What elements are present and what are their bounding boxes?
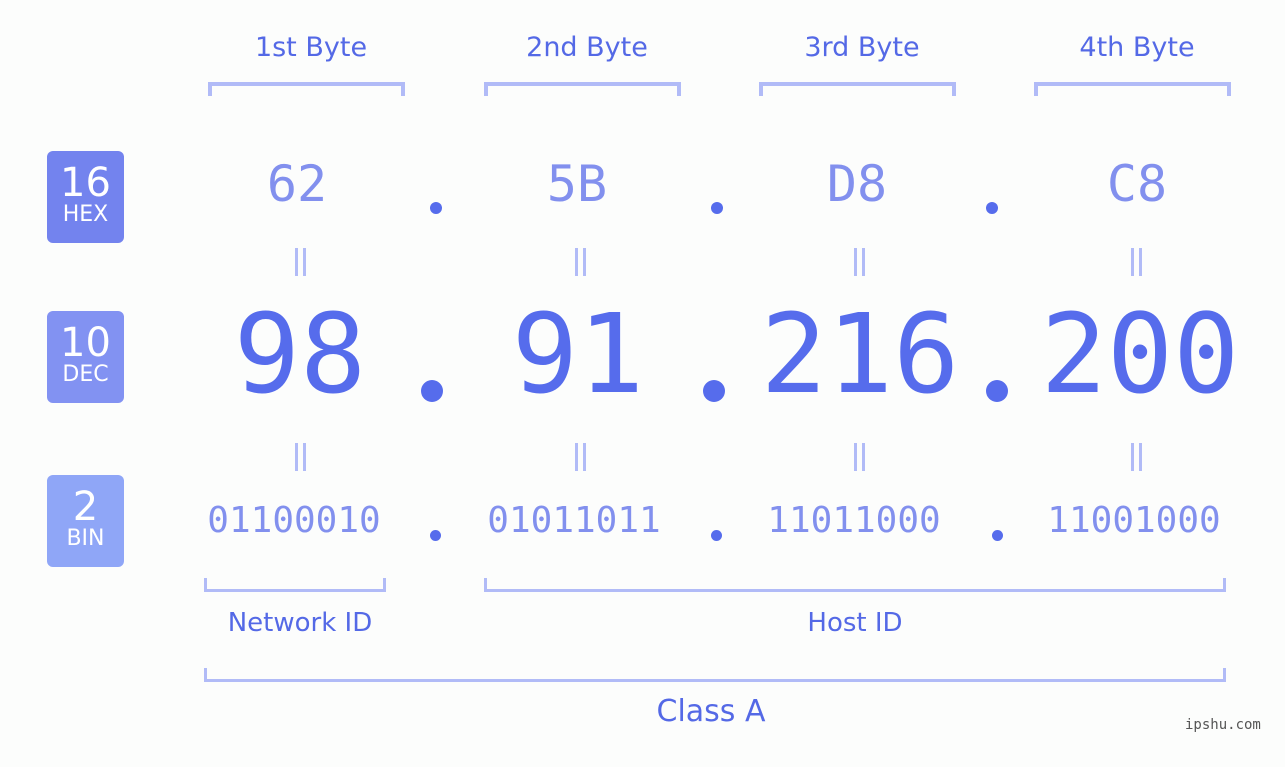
- byte-bracket-4: [1034, 82, 1231, 96]
- dec-separator-3: [986, 380, 1008, 402]
- equals-icon: [573, 248, 587, 276]
- byte-label-4: 4th Byte: [1079, 32, 1195, 63]
- equals-icon: [852, 248, 866, 276]
- byte-bracket-1: [208, 82, 405, 96]
- hex-separator-1: [430, 202, 442, 214]
- equals-icon: [293, 443, 307, 471]
- bin-badge-label: BIN: [66, 526, 105, 551]
- equals-icon: [293, 248, 307, 276]
- host-id-label: Host ID: [807, 608, 903, 638]
- hex-badge-label: HEX: [62, 202, 109, 227]
- hex-value-2: 5B: [546, 155, 608, 213]
- hex-value-4: C8: [1106, 155, 1168, 213]
- class-bracket: [204, 668, 1226, 682]
- dec-badge-label: DEC: [62, 362, 109, 387]
- hex-separator-3: [986, 202, 998, 214]
- bin-badge-number: 2: [72, 484, 99, 530]
- dec-badge: 10 DEC: [47, 311, 124, 403]
- dec-separator-2: [703, 380, 725, 402]
- bin-value-3: 11011000: [767, 500, 941, 541]
- equals-icon: [1129, 248, 1143, 276]
- equals-icon: [573, 443, 587, 471]
- watermark: ipshu.com: [1185, 717, 1261, 733]
- dec-value-4: 200: [1040, 290, 1240, 418]
- network-id-label: Network ID: [227, 608, 373, 638]
- hex-separator-2: [711, 202, 723, 214]
- dec-separator-1: [421, 380, 443, 402]
- byte-label-3: 3rd Byte: [804, 32, 920, 63]
- equals-icon: [852, 443, 866, 471]
- bin-value-4: 11001000: [1047, 500, 1221, 541]
- byte-label-1: 1st Byte: [254, 32, 368, 63]
- class-label: Class A: [656, 694, 766, 729]
- equals-icon: [1129, 443, 1143, 471]
- hex-badge: 16 HEX: [47, 151, 124, 243]
- bin-value-2: 01011011: [487, 500, 661, 541]
- byte-bracket-3: [759, 82, 956, 96]
- dec-badge-number: 10: [60, 320, 111, 366]
- dec-value-1: 98: [233, 290, 367, 418]
- bin-badge: 2 BIN: [47, 475, 124, 567]
- bin-separator-2: [711, 530, 722, 541]
- bin-separator-3: [992, 530, 1003, 541]
- hex-value-1: 62: [266, 155, 328, 213]
- hex-badge-number: 16: [60, 160, 111, 206]
- bin-value-1: 01100010: [207, 500, 381, 541]
- hex-value-3: D8: [826, 155, 888, 213]
- dec-value-3: 216: [760, 290, 960, 418]
- bin-separator-1: [430, 530, 441, 541]
- byte-bracket-2: [484, 82, 681, 96]
- host-id-bracket: [484, 578, 1226, 592]
- dec-value-2: 91: [511, 290, 645, 418]
- byte-label-2: 2nd Byte: [526, 32, 648, 63]
- network-id-bracket: [204, 578, 386, 592]
